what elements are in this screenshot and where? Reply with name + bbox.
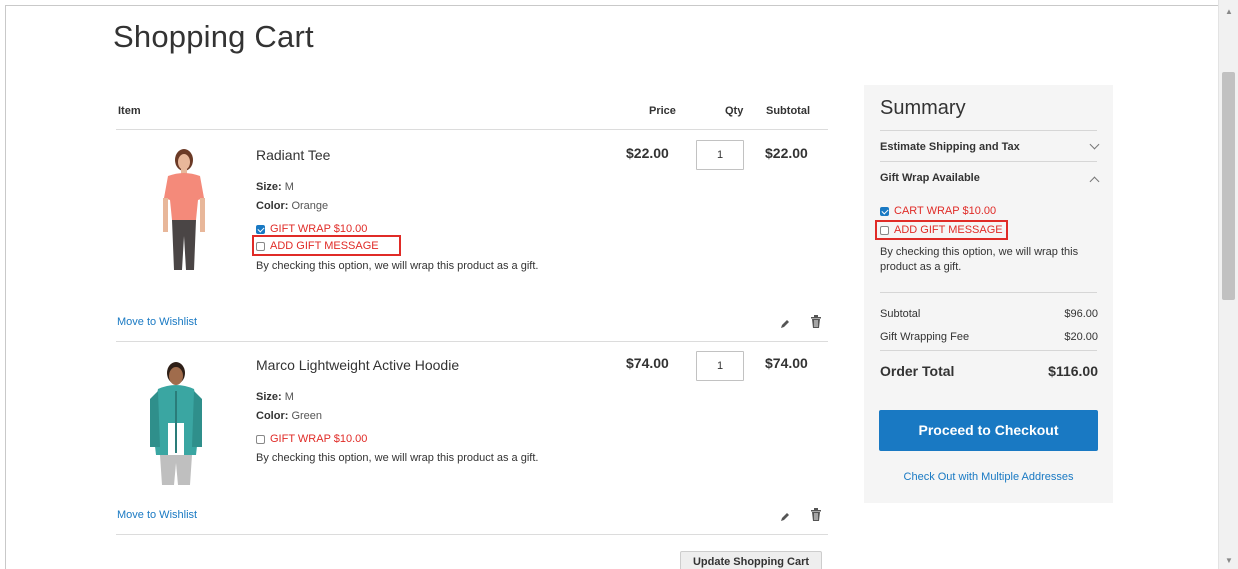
chevron-down-icon[interactable]: [1089, 139, 1100, 150]
header-divider: [116, 129, 828, 130]
update-shopping-cart-button[interactable]: Update Shopping Cart: [680, 551, 822, 569]
edit-icon[interactable]: [779, 510, 791, 528]
gift-wrap-checkbox[interactable]: GIFT WRAP $10.00: [256, 223, 367, 235]
item-subtotal: $22.00: [765, 145, 808, 161]
checkbox-checked-icon[interactable]: [256, 224, 265, 234]
cart-wrap-note: By checking this option, we will wrap th…: [880, 246, 1079, 273]
product-color: Color: Green: [256, 410, 323, 422]
checkbox-checked-icon[interactable]: [880, 206, 889, 216]
item-price: $22.00: [626, 145, 669, 161]
page-title: Shopping Cart: [113, 19, 314, 54]
col-item-header: Item: [118, 105, 141, 117]
product-size: Size: M: [256, 181, 294, 193]
gift-wrap-note: By checking this option, we will wrap th…: [256, 260, 539, 272]
order-total-label: Order Total: [880, 363, 955, 379]
qty-input[interactable]: 1: [696, 351, 744, 381]
checkbox-icon[interactable]: [880, 225, 889, 235]
checkbox-icon[interactable]: [256, 241, 265, 251]
summary-divider: [880, 292, 1097, 293]
cart-summary: Summary Estimate Shipping and Tax Gift W…: [864, 85, 1113, 503]
move-to-wishlist-link[interactable]: Move to Wishlist: [117, 509, 197, 521]
trash-icon[interactable]: [810, 508, 822, 527]
subtotal-label: Subtotal: [880, 308, 921, 320]
proceed-to-checkout-button[interactable]: Proceed to Checkout: [879, 410, 1098, 451]
item-price: $74.00: [626, 355, 669, 371]
scroll-down-arrow-icon[interactable]: ▼: [1219, 555, 1238, 567]
scrollbar-thumb[interactable]: [1222, 72, 1235, 300]
summary-divider: [880, 350, 1097, 351]
subtotal-value: $96.00: [1064, 308, 1098, 320]
col-subtotal-header: Subtotal: [766, 105, 810, 117]
add-gift-message-checkbox[interactable]: ADD GIFT MESSAGE: [256, 240, 379, 252]
product-size: Size: M: [256, 391, 294, 403]
move-to-wishlist-link[interactable]: Move to Wishlist: [117, 316, 197, 328]
product-image-hoodie[interactable]: [136, 359, 216, 487]
add-gift-message-checkbox[interactable]: ADD GIFT MESSAGE: [880, 224, 1003, 236]
gift-wrap-fee-value: $20.00: [1064, 331, 1098, 343]
summary-divider: [880, 161, 1097, 162]
gift-wrap-note: By checking this option, we will wrap th…: [256, 452, 539, 464]
multi-address-checkout-link[interactable]: Check Out with Multiple Addresses: [864, 471, 1113, 483]
product-name[interactable]: Radiant Tee: [256, 147, 330, 163]
order-total-value: $116.00: [1048, 363, 1098, 379]
page-scrollbar[interactable]: ▲ ▼: [1218, 0, 1238, 569]
gift-wrap-checkbox[interactable]: GIFT WRAP $10.00: [256, 433, 367, 445]
checkbox-icon[interactable]: [256, 434, 265, 444]
product-image-radiant-tee[interactable]: [154, 146, 214, 274]
browser-viewport: Shopping Cart Item Price Qty Subtotal Ra…: [5, 5, 1218, 569]
edit-icon[interactable]: [779, 317, 791, 335]
trash-icon[interactable]: [810, 315, 822, 334]
estimate-shipping-toggle[interactable]: Estimate Shipping and Tax: [880, 141, 1020, 153]
cart-wrap-checkbox[interactable]: CART WRAP $10.00: [880, 205, 996, 217]
summary-divider: [880, 130, 1097, 131]
col-price-header: Price: [649, 105, 676, 117]
product-name[interactable]: Marco Lightweight Active Hoodie: [256, 357, 459, 373]
qty-input[interactable]: 1: [696, 140, 744, 170]
item-subtotal: $74.00: [765, 355, 808, 371]
product-color: Color: Orange: [256, 200, 329, 212]
summary-title: Summary: [880, 97, 966, 119]
chevron-up-icon[interactable]: [1089, 176, 1100, 187]
row-divider: [116, 341, 828, 342]
scroll-up-arrow-icon[interactable]: ▲: [1219, 6, 1238, 18]
row-divider: [116, 534, 828, 535]
gift-wrap-fee-label: Gift Wrapping Fee: [880, 331, 970, 343]
col-qty-header: Qty: [725, 105, 744, 117]
gift-wrap-available-toggle[interactable]: Gift Wrap Available: [880, 172, 980, 184]
